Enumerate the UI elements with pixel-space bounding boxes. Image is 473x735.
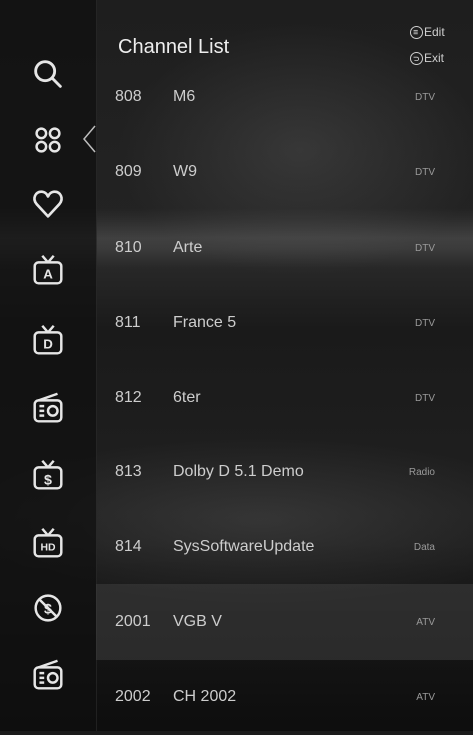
channel-type: ATV — [416, 691, 435, 703]
channel-row[interactable]: 813 Dolby D 5.1 Demo Radio — [96, 434, 473, 510]
channel-type: ATV — [416, 616, 435, 628]
channel-number: 812 — [115, 389, 142, 406]
channel-type: Data — [413, 541, 435, 553]
channel-number: 813 — [115, 463, 142, 480]
exit-button[interactable]: Exit — [410, 51, 444, 65]
tv-paid-icon[interactable]: $ — [28, 455, 68, 495]
channel-row[interactable]: 812 6ter DTV — [96, 360, 473, 436]
channel-type: Radio — [408, 466, 435, 478]
edit-button[interactable]: Edit — [410, 25, 445, 39]
channel-row[interactable]: 808 M6 DTV — [96, 68, 473, 144]
channel-type: DTV — [415, 392, 435, 404]
channel-name: CH 2002 — [173, 688, 237, 705]
channel-name: VGB V — [173, 613, 222, 630]
svg-text:A: A — [43, 267, 53, 282]
svg-text:D: D — [43, 337, 53, 352]
channel-number: 809 — [115, 163, 142, 180]
search-icon[interactable] — [28, 54, 68, 94]
channel-number: 814 — [115, 538, 142, 555]
channel-type: DTV — [415, 166, 435, 178]
channel-number: 2002 — [115, 688, 151, 705]
channel-type: DTV — [415, 242, 435, 254]
heart-icon[interactable] — [28, 185, 68, 225]
svg-text:HD: HD — [40, 543, 56, 554]
channel-number: 811 — [115, 314, 141, 331]
channel-name: France 5 — [173, 314, 237, 331]
channel-row[interactable]: 814 SysSoftwareUpdate Data — [96, 509, 473, 585]
channel-name: Arte — [173, 239, 203, 256]
channel-row[interactable]: 2002 CH 2002 ATV — [96, 659, 473, 735]
channel-row[interactable]: 811 France 5 DTV — [96, 285, 473, 361]
channel-type: DTV — [415, 317, 435, 329]
tv-d-icon[interactable]: D — [28, 320, 68, 360]
page-title: Channel List — [118, 36, 230, 58]
radio-icon[interactable] — [28, 655, 68, 695]
exit-label: Exit — [424, 51, 445, 65]
channel-name: 6ter — [173, 389, 201, 406]
channel-row-selected[interactable]: 2001 VGB V ATV — [96, 584, 473, 660]
free-icon[interactable]: $ — [28, 588, 68, 628]
sidebar: A D $ HD $ — [0, 0, 97, 731]
channel-number: 2001 — [115, 613, 151, 630]
svg-text:$: $ — [44, 473, 52, 489]
channel-name: W9 — [173, 163, 197, 180]
tv-a-icon[interactable]: A — [28, 250, 68, 290]
channel-row[interactable]: 809 W9 DTV — [96, 134, 473, 210]
channel-name: SysSoftwareUpdate — [173, 538, 315, 555]
menu-icon — [410, 25, 423, 39]
channel-name: Dolby D 5.1 Demo — [173, 463, 304, 480]
radio-icon[interactable] — [28, 388, 68, 428]
edit-label: Edit — [424, 25, 445, 39]
channel-number: 810 — [115, 239, 142, 256]
apps-icon[interactable] — [28, 120, 68, 160]
tv-hd-icon[interactable]: HD — [28, 523, 68, 563]
channel-row[interactable]: 810 Arte DTV — [96, 210, 473, 286]
back-icon — [410, 51, 423, 65]
